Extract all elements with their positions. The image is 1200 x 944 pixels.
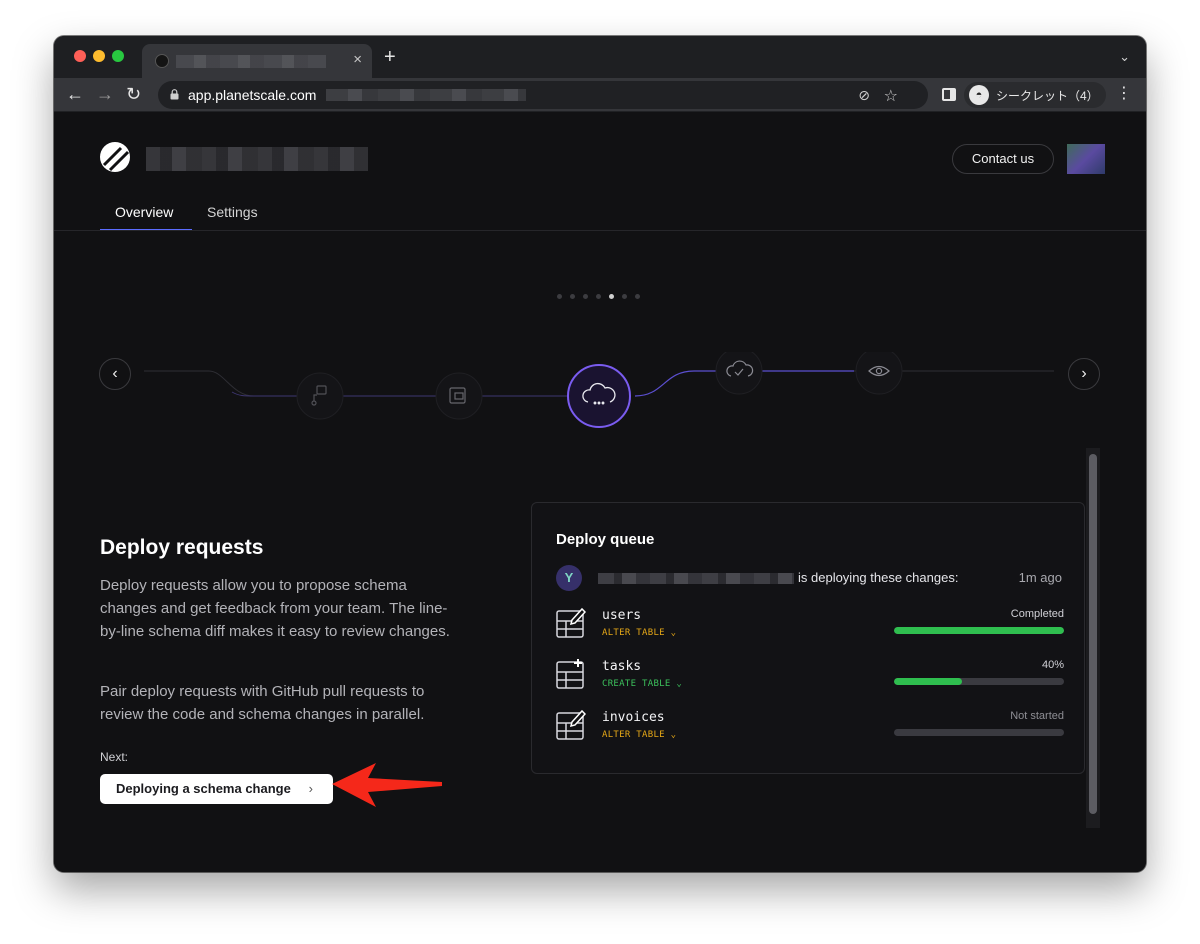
- change-progress-bar: [894, 678, 1064, 685]
- browser-toolbar: ← → ↻ app.planetscale.com ⊘ ☆ ◓ シークレット（4…: [54, 78, 1146, 112]
- section-title: Deploy requests: [100, 536, 264, 559]
- change-progress-fill: [894, 678, 962, 685]
- side-panel-icon[interactable]: [942, 88, 956, 101]
- url-text: app.planetscale.com: [188, 87, 317, 103]
- change-kind-label: ALTER TABLE: [602, 730, 665, 740]
- contact-us-button[interactable]: Contact us: [952, 144, 1054, 174]
- next-step-button[interactable]: Deploying a schema change ›: [100, 774, 333, 804]
- table-edit-icon: [556, 709, 586, 740]
- change-table-name: tasks: [602, 659, 642, 674]
- change-row: users ALTER TABLE ⌄ Completed: [556, 607, 1064, 647]
- carousel-dot[interactable]: [635, 294, 640, 299]
- deploy-time: 1m ago: [1018, 570, 1062, 585]
- bookmark-star-icon[interactable]: ☆: [884, 86, 898, 106]
- incognito-label: シークレット（4）: [996, 89, 1099, 103]
- change-table-name: invoices: [602, 710, 665, 725]
- deployer-avatar: Y: [556, 565, 582, 591]
- planetscale-logo-icon[interactable]: [100, 142, 130, 172]
- tab-close-icon[interactable]: ×: [353, 52, 362, 68]
- close-window-button[interactable]: [74, 50, 86, 62]
- change-kind[interactable]: CREATE TABLE ⌄: [602, 679, 682, 689]
- change-kind[interactable]: ALTER TABLE ⌄: [602, 730, 676, 740]
- change-row: invoices ALTER TABLE ⌄ Not started: [556, 709, 1064, 749]
- deploy-queue-card: Deploy queue Y is deploying these change…: [531, 502, 1085, 774]
- next-step-label: Deploying a schema change: [116, 781, 291, 796]
- zoom-window-button[interactable]: [112, 50, 124, 62]
- table-edit-icon: [556, 607, 586, 638]
- deploy-queue-title: Deploy queue: [556, 531, 655, 548]
- tab-settings[interactable]: Settings: [207, 204, 258, 220]
- carousel-dot[interactable]: [570, 294, 575, 299]
- browser-menu-icon[interactable]: ⋮: [1116, 86, 1132, 102]
- stage-node-cloud-check: [715, 352, 763, 395]
- incognito-icon: ◓: [969, 85, 989, 105]
- stage-node-branch: [296, 372, 344, 420]
- chevron-down-icon: ⌄: [676, 679, 683, 689]
- deployer-name-redacted: [598, 573, 794, 584]
- change-progress-bar: [894, 627, 1064, 634]
- chevron-down-icon: ⌄: [670, 628, 677, 638]
- carousel-dot[interactable]: [609, 294, 614, 299]
- carousel-dot[interactable]: [583, 294, 588, 299]
- tab-search-chevron-icon[interactable]: ⌄: [1119, 49, 1130, 65]
- deploying-text: is deploying these changes:: [798, 570, 959, 585]
- new-tab-button[interactable]: +: [384, 47, 396, 67]
- minimize-window-button[interactable]: [93, 50, 105, 62]
- table-add-icon: [556, 659, 584, 689]
- incognito-badge[interactable]: ◓ シークレット（4）: [964, 82, 1106, 108]
- change-kind-label: ALTER TABLE: [602, 628, 665, 638]
- change-progress-fill: [894, 627, 1064, 634]
- tab-title-redacted: [176, 55, 326, 68]
- carousel-next-button[interactable]: ›: [1068, 358, 1100, 390]
- change-kind-label: CREATE TABLE: [602, 679, 671, 689]
- deploy-timeline: [144, 352, 1054, 428]
- carousel-dot[interactable]: [596, 294, 601, 299]
- reload-icon[interactable]: ↻: [126, 84, 141, 104]
- change-kind[interactable]: ALTER TABLE ⌄: [602, 628, 676, 638]
- carousel-dot[interactable]: [557, 294, 562, 299]
- stage-node-eye: [855, 352, 903, 395]
- stage-node-branch-square: [435, 372, 483, 420]
- url-path-redacted: [326, 89, 526, 101]
- lock-icon: [170, 89, 179, 100]
- scrollbar[interactable]: [1086, 448, 1100, 828]
- eye-slash-icon[interactable]: ⊘: [858, 87, 870, 104]
- change-status: Completed: [1010, 608, 1064, 620]
- carousel-dot[interactable]: [622, 294, 627, 299]
- user-avatar[interactable]: [1067, 144, 1105, 174]
- chevron-right-icon: ›: [308, 781, 313, 796]
- planetscale-favicon-icon: [155, 54, 169, 68]
- red-callout-arrow: [332, 763, 442, 807]
- stage-node-deploy-active: [567, 364, 631, 428]
- next-label: Next:: [100, 750, 129, 764]
- browser-tab[interactable]: ×: [142, 44, 372, 78]
- tab-overview[interactable]: Overview: [115, 204, 173, 220]
- tabs-divider: [54, 230, 1146, 231]
- carousel-prev-button[interactable]: ‹: [99, 358, 131, 390]
- tab-strip: × + ⌄: [54, 36, 1146, 78]
- section-description: Deploy requests allow you to propose sch…: [100, 577, 450, 640]
- change-status: 40%: [1041, 659, 1064, 671]
- change-row: tasks CREATE TABLE ⌄ 40%: [556, 658, 1064, 698]
- back-arrow-icon[interactable]: ←: [66, 84, 84, 104]
- scrollbar-thumb[interactable]: [1089, 454, 1097, 814]
- change-status: Not started: [1010, 710, 1064, 722]
- section-description-github: Pair deploy requests with GitHub pull re…: [100, 683, 425, 723]
- planetscale-page: Contact us Overview Settings ‹ › Deploy …: [54, 112, 1146, 872]
- change-table-name: users: [602, 608, 642, 623]
- browser-window: × + ⌄ ← → ↻ app.planetscale.com ⊘ ☆ ◓ シー…: [54, 36, 1146, 872]
- address-bar[interactable]: app.planetscale.com ⊘ ☆: [158, 81, 928, 109]
- change-progress-bar: [894, 729, 1064, 736]
- carousel-pagination: [557, 294, 647, 300]
- forward-arrow-icon[interactable]: →: [96, 84, 114, 104]
- chevron-down-icon: ⌄: [670, 730, 677, 740]
- organization-name-redacted: [146, 147, 368, 171]
